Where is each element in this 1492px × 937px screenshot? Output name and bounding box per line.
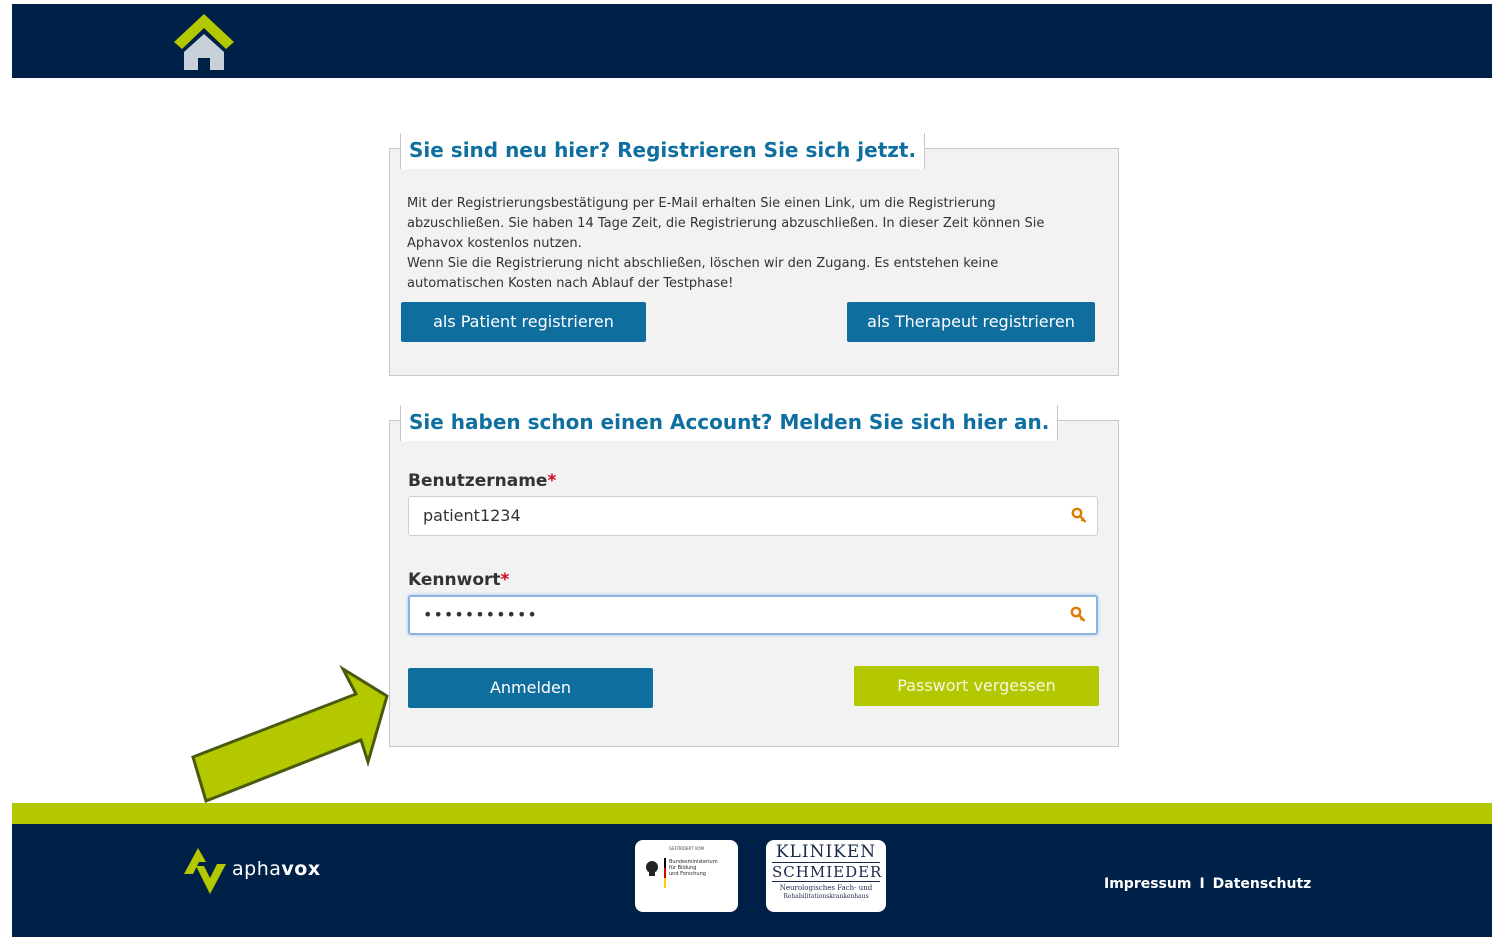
register-description-line: abzuschließen. Sie haben 14 Tage Zeit, d… [407,216,1045,231]
app-frame: Sie sind neu hier? Registrieren Sie sich… [12,4,1492,937]
datenschutz-link[interactable]: Datenschutz [1213,876,1312,892]
kliniken-line3: Neurologisches Fach- und [779,884,873,892]
footer: aphavox GEFÖRDERT VOM Bundesministerium … [12,824,1492,937]
kliniken-line1: KLINIKEN [775,842,877,862]
forgot-password-button[interactable]: Passwort vergessen [854,666,1099,706]
register-patient-button[interactable]: als Patient registrieren [401,302,646,342]
aphavox-logo[interactable]: aphavox [184,844,320,896]
bmbf-line: und Forschung [669,871,706,877]
username-input[interactable]: patient1234 [408,496,1098,536]
brand-bold: vox [281,858,321,880]
bmbf-top-text: GEFÖRDERT VOM [669,846,704,851]
bmbf-logo[interactable]: GEFÖRDERT VOM Bundesministerium für Bild… [635,840,738,912]
eagle-icon [646,861,658,876]
required-mark: * [547,471,557,491]
register-description: Mit der Registrierungsbestätigung per E-… [407,194,1097,294]
top-navbar [12,4,1492,78]
kliniken-schmieder-logo[interactable]: KLINIKEN SCHMIEDER Neurologisches Fach- … [766,840,886,912]
home-icon[interactable] [172,12,236,70]
footer-links: Impressum I Datenschutz [1104,876,1311,892]
register-title: Sie sind neu hier? Registrieren Sie sich… [400,133,926,169]
username-value: patient1234 [423,506,521,525]
password-label-text: Kennwort [408,570,501,590]
key-icon [1071,507,1087,523]
username-label-text: Benutzername [408,471,548,491]
login-panel: Sie haben schon einen Account? Melden Si… [389,405,1119,747]
register-panel: Sie sind neu hier? Registrieren Sie sich… [389,133,1119,376]
footer-accent-bar [12,803,1492,824]
password-value: ••••••••••• [423,605,538,624]
aphavox-logo-icon [184,848,226,894]
password-label: Kennwort* [408,570,509,590]
register-therapist-button[interactable]: als Therapeut registrieren [847,302,1095,342]
register-description-line: Aphavox kostenlos nutzen. [407,236,582,251]
login-button[interactable]: Anmelden [408,668,653,708]
bmbf-flag [664,858,666,888]
required-mark: * [500,570,510,590]
kliniken-line4: Rehabilitationskrankenhaus [783,893,869,900]
brand-light: apha [232,858,282,880]
impressum-link[interactable]: Impressum [1104,876,1191,892]
kliniken-line2: SCHMIEDER [772,862,883,882]
register-description-line: automatischen Kosten nach Ablauf der Tes… [407,276,734,291]
username-label: Benutzername* [408,471,556,491]
password-input[interactable]: ••••••••••• [408,595,1098,635]
register-description-line: Mit der Registrierungsbestätigung per E-… [407,196,996,211]
footer-link-separator: I [1199,876,1205,892]
aphavox-wordmark: aphavox [232,858,321,880]
register-description-line: Wenn Sie die Registrierung nicht abschli… [407,256,999,271]
key-icon [1070,606,1086,622]
bmbf-text: Bundesministerium für Bildung und Forsch… [669,859,718,877]
login-title: Sie haben schon einen Account? Melden Si… [400,405,1059,441]
